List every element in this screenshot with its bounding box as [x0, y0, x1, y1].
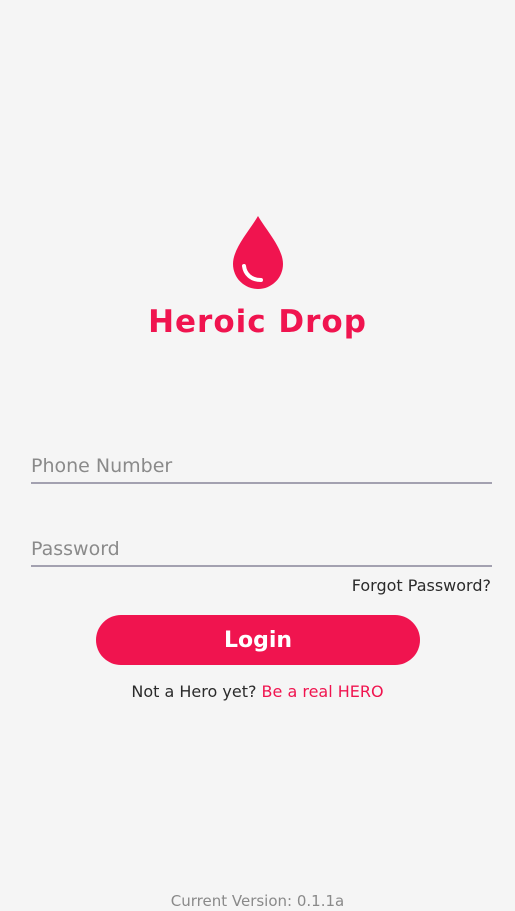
- signup-prompt-text: Not a Hero yet?: [131, 682, 262, 701]
- signup-prompt: Not a Hero yet? Be a real HERO: [0, 682, 515, 701]
- login-button[interactable]: Login: [96, 615, 420, 665]
- phone-number-input[interactable]: [31, 450, 492, 484]
- signup-link[interactable]: Be a real HERO: [262, 682, 384, 701]
- version-label: Current Version: 0.1.1a: [170, 892, 345, 910]
- app-name: Heroic Drop: [148, 304, 367, 340]
- blood-drop-icon: [232, 216, 283, 289]
- app-logo: [0, 214, 515, 290]
- forgot-password-link[interactable]: Forgot Password?: [352, 576, 491, 595]
- password-input[interactable]: [31, 533, 492, 567]
